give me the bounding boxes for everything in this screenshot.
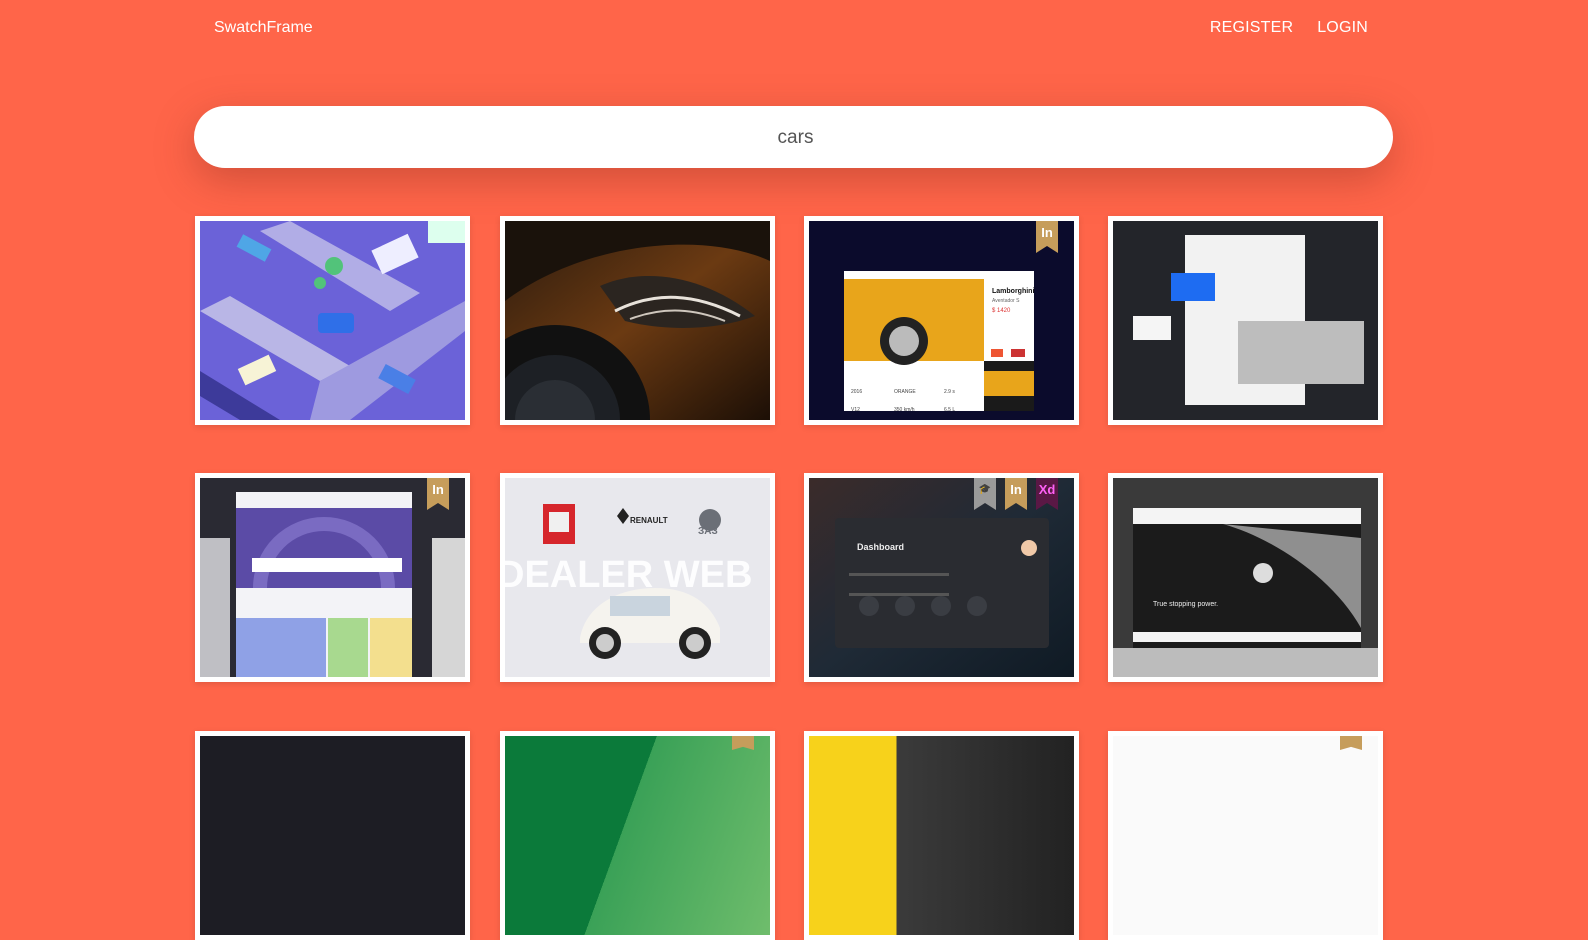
renault-label: RENAULT: [630, 516, 668, 525]
lamborghini-stat-color: ORANGE: [894, 389, 916, 395]
result-card-row3-1[interactable]: [195, 731, 470, 940]
thumbnail-tire-shop: [200, 478, 465, 677]
result-card-dashboard[interactable]: Dashboard 🎓 In Xd: [804, 473, 1079, 682]
thumbnail-dashboard-ui: Dashboard: [809, 478, 1074, 677]
zaz-label: ЗАЗ: [698, 526, 718, 537]
result-card-luxury[interactable]: True stopping power.: [1108, 473, 1383, 682]
lamborghini-stat-year: 2016: [851, 389, 863, 395]
thumbnail-luxury-car-site: True stopping power.: [1113, 478, 1378, 677]
lamborghini-price: $ 1420: [992, 308, 1011, 314]
thumbnail-lamborghini-ui: Lamborghini Aventador S $ 1420 2016 ORAN…: [809, 221, 1074, 420]
lamborghini-title: Lamborghini: [992, 288, 1035, 295]
result-card-lamborghini[interactable]: Lamborghini Aventador S $ 1420 2016 ORAN…: [804, 216, 1079, 425]
thumbnail-car-headlight: [505, 221, 770, 420]
lamborghini-stat-engine: V12: [851, 407, 860, 413]
luxury-tagline: True stopping power.: [1153, 601, 1219, 608]
results-grid: Lamborghini Aventador S $ 1420 2016 ORAN…: [0, 0, 1588, 940]
result-card-row3-3[interactable]: [804, 731, 1079, 940]
lamborghini-stat-speed: 350 km/h: [894, 407, 915, 413]
thumbnail-dealer-web: RENAULT ЗАЗ DEALER WEB: [505, 478, 770, 677]
result-card-city[interactable]: [195, 216, 470, 425]
result-card-row3-4[interactable]: In: [1108, 731, 1383, 940]
result-card-stationery[interactable]: [1108, 216, 1383, 425]
lamborghini-stat-accel: 2.9 s: [944, 389, 955, 395]
lamborghini-subtitle: Aventador S: [992, 298, 1020, 304]
result-card-headlight[interactable]: [500, 216, 775, 425]
result-card-tires[interactable]: In: [195, 473, 470, 682]
thumbnail-stationery-mockup: [1113, 221, 1378, 420]
result-card-row3-2[interactable]: In: [500, 731, 775, 940]
thumbnail-isometric-city: [200, 221, 465, 420]
result-card-dealer[interactable]: RENAULT ЗАЗ DEALER WEB: [500, 473, 775, 682]
thumbnail-green: [505, 736, 770, 935]
lamborghini-stat-fuel: 6.5 L: [944, 407, 956, 413]
thumbnail-dark: [200, 736, 465, 935]
thumbnail-white: [1113, 736, 1378, 935]
thumbnail-yellow: [809, 736, 1074, 935]
dashboard-title: Dashboard: [857, 542, 905, 552]
dealer-headline: DEALER WEB: [505, 554, 753, 596]
